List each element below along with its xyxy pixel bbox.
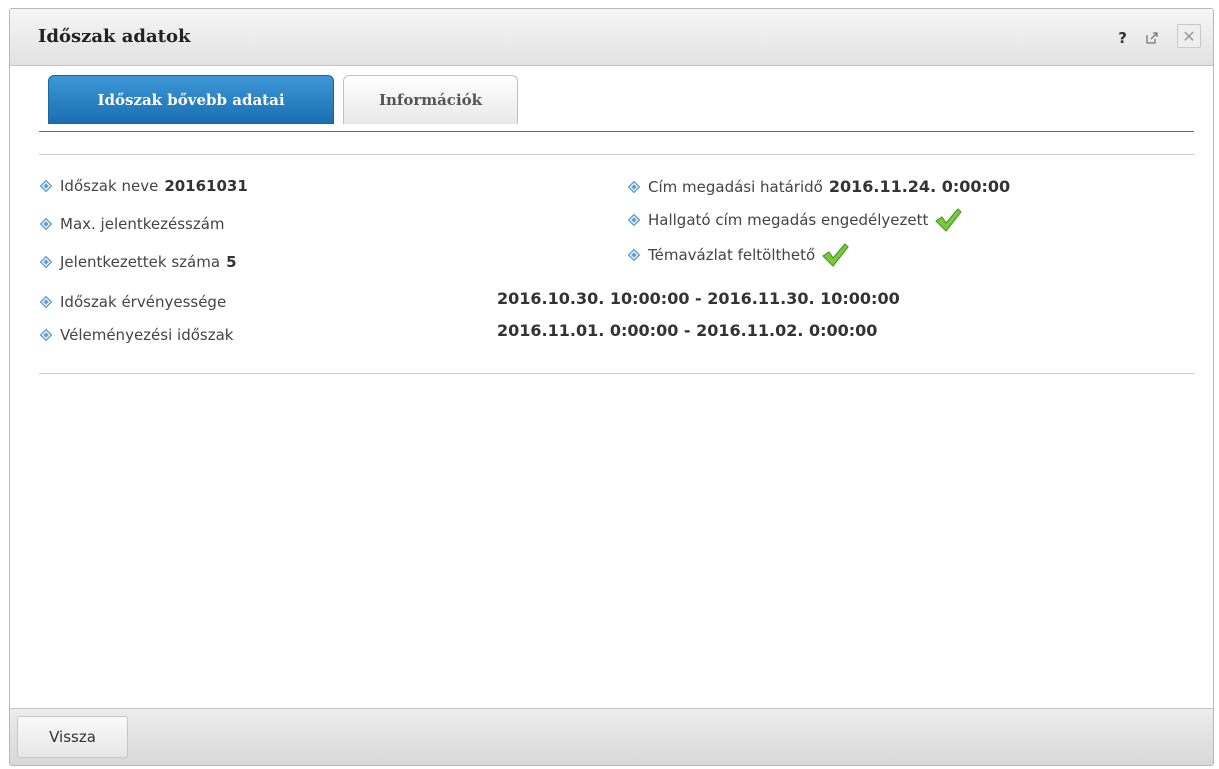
field-value: 2016.11.24. 0:00:00 (828, 177, 1011, 196)
field-label: Cím megadási határidő (648, 177, 823, 196)
field-label: Jelentkezettek száma (60, 253, 221, 271)
field-value: 20161031 (164, 177, 248, 195)
content-bottom-divider (39, 373, 1194, 374)
diamond-bullet-icon (40, 329, 52, 341)
titlebar-actions: ? ✕ (1118, 24, 1201, 48)
diamond-bullet-icon (40, 180, 52, 192)
field-title-deadline: Cím megadási határidő 2016.11.24. 0:00:0… (628, 177, 1010, 196)
dialog-title: Időszak adatok (38, 26, 191, 47)
field-max-applications: Max. jelentkezésszám (40, 215, 231, 233)
field-label: Hallgató cím megadás engedélyezett (648, 211, 929, 229)
diamond-bullet-icon (628, 249, 640, 261)
dialog-footer: Vissza (10, 708, 1213, 765)
diamond-bullet-icon (40, 218, 52, 230)
field-applicant-count: Jelentkezettek száma 5 (40, 253, 237, 271)
close-icon[interactable]: ✕ (1177, 24, 1201, 48)
tab-details[interactable]: Időszak bővebb adatai (48, 75, 334, 124)
field-period-validity: Időszak érvényessége (40, 293, 226, 311)
dialog-titlebar: Időszak adatok ? ✕ (10, 9, 1213, 66)
diamond-bullet-icon (40, 256, 52, 268)
checkmark-icon (934, 207, 962, 233)
field-review-period: Véleményezési időszak (40, 326, 233, 344)
checkmark-icon (821, 242, 849, 268)
field-label: Időszak neve (60, 177, 159, 195)
help-icon[interactable]: ? (1118, 29, 1127, 47)
field-value: 5 (226, 253, 237, 271)
popout-icon[interactable] (1145, 31, 1159, 45)
field-label: Véleményezési időszak (60, 326, 234, 344)
tab-underline (39, 131, 1194, 132)
review-period-range: 2016.11.01. 0:00:00 - 2016.11.02. 0:00:0… (497, 321, 878, 340)
field-label: Max. jelentkezésszám (60, 215, 225, 233)
diamond-bullet-icon (628, 214, 640, 226)
dialog-window: Időszak adatok ? ✕ Időszak bővebb adatai… (9, 8, 1214, 766)
tab-bar: Időszak bővebb adatai Információk (48, 75, 518, 124)
tab-information[interactable]: Információk (343, 75, 518, 124)
back-button[interactable]: Vissza (17, 716, 128, 758)
field-label: Időszak érvényessége (60, 293, 227, 311)
field-period-name: Időszak neve 20161031 (40, 177, 248, 195)
field-outline-uploadable: Témavázlat feltölthető (628, 242, 849, 268)
content-top-divider (39, 154, 1194, 155)
diamond-bullet-icon (40, 296, 52, 308)
field-student-title-allowed: Hallgató cím megadás engedélyezett (628, 207, 962, 233)
period-validity-range: 2016.10.30. 10:00:00 - 2016.11.30. 10:00… (497, 289, 900, 308)
field-label: Témavázlat feltölthető (648, 246, 816, 264)
diamond-bullet-icon (628, 181, 640, 193)
